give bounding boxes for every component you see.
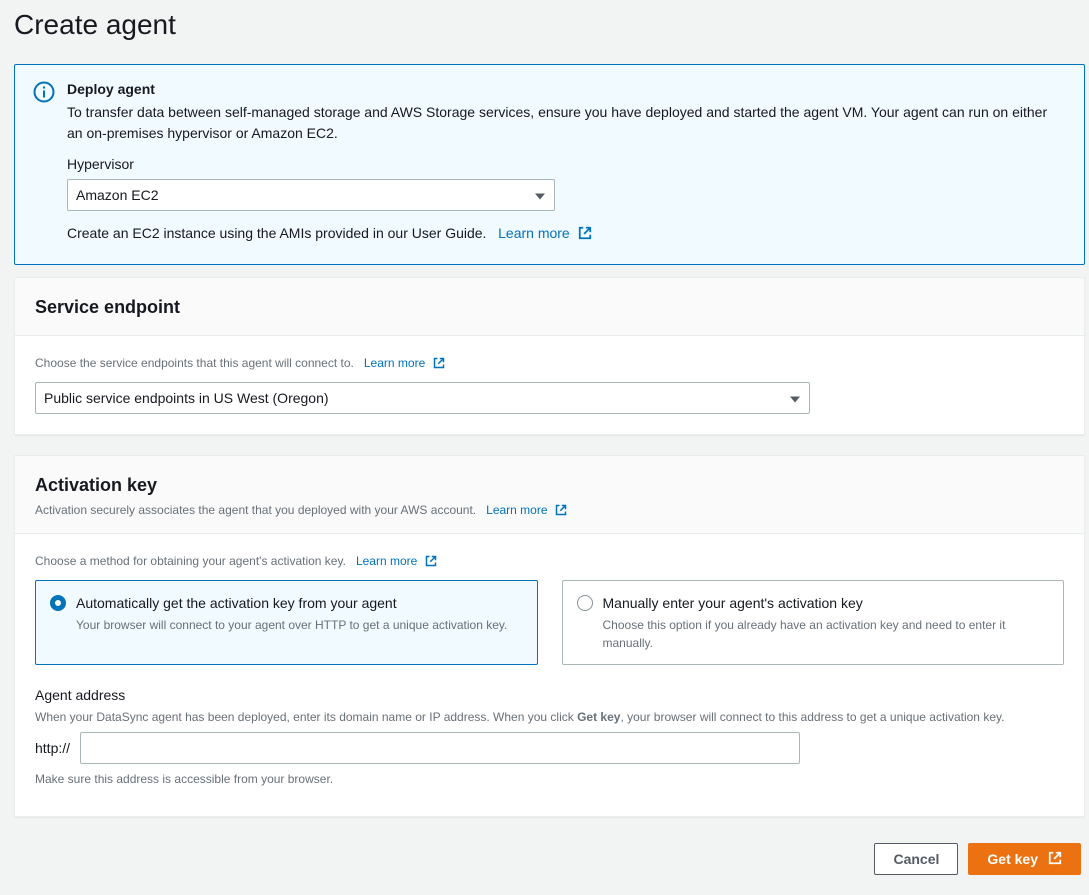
agent-address-desc: When your DataSync agent has been deploy…	[35, 708, 1064, 726]
activation-key-panel: Activation key Activation securely assoc…	[14, 455, 1085, 817]
cancel-button[interactable]: Cancel	[874, 843, 958, 875]
radio-icon	[577, 595, 593, 611]
hypervisor-select[interactable]: Amazon EC2	[67, 179, 555, 211]
radio-icon	[50, 595, 66, 611]
hypervisor-label: Hypervisor	[67, 154, 1066, 175]
external-link-icon	[555, 503, 567, 521]
deploy-learn-more-link[interactable]: Learn more	[498, 225, 591, 241]
external-link-icon	[425, 554, 437, 572]
external-link-icon	[578, 225, 592, 246]
endpoint-select[interactable]: Public service endpoints in US West (Ore…	[35, 382, 810, 414]
deploy-title: Deploy agent	[67, 79, 1066, 100]
info-icon	[33, 81, 55, 103]
activation-method-helper: Choose a method for obtaining your agent…	[35, 554, 346, 568]
deploy-agent-panel: Deploy agent To transfer data between se…	[14, 64, 1085, 265]
footer-actions: Cancel Get key	[14, 837, 1085, 875]
activation-title: Activation key	[35, 472, 1064, 499]
agent-address-note: Make sure this address is accessible fro…	[35, 770, 1064, 788]
service-endpoint-panel: Service endpoint Choose the service endp…	[14, 277, 1085, 435]
hypervisor-value: Amazon EC2	[76, 185, 158, 206]
activation-option-manual[interactable]: Manually enter your agent's activation k…	[562, 580, 1065, 665]
activation-learn-more-link[interactable]: Learn more	[486, 503, 567, 517]
agent-address-prefix: http://	[35, 738, 70, 759]
external-link-icon	[433, 356, 445, 374]
agent-address-input[interactable]	[80, 732, 800, 764]
manual-option-title: Manually enter your agent's activation k…	[603, 593, 1050, 614]
deploy-description: To transfer data between self-managed st…	[67, 102, 1066, 144]
endpoint-value: Public service endpoints in US West (Ore…	[44, 388, 329, 409]
deploy-hint: Create an EC2 instance using the AMIs pr…	[67, 225, 486, 241]
activation-subtitle: Activation securely associates the agent…	[35, 503, 476, 517]
agent-address-label: Agent address	[35, 685, 1064, 706]
auto-option-title: Automatically get the activation key fro…	[76, 593, 523, 614]
page-title: Create agent	[14, 0, 1085, 64]
service-endpoint-title: Service endpoint	[35, 294, 1064, 321]
endpoint-helper: Choose the service endpoints that this a…	[35, 356, 354, 370]
endpoint-learn-more-link[interactable]: Learn more	[364, 356, 445, 370]
get-key-button[interactable]: Get key	[968, 843, 1081, 875]
manual-option-desc: Choose this option if you already have a…	[603, 616, 1050, 652]
activation-method-learn-more-link[interactable]: Learn more	[356, 554, 437, 568]
auto-option-desc: Your browser will connect to your agent …	[76, 616, 523, 634]
activation-option-auto[interactable]: Automatically get the activation key fro…	[35, 580, 538, 665]
external-link-icon	[1048, 851, 1062, 868]
